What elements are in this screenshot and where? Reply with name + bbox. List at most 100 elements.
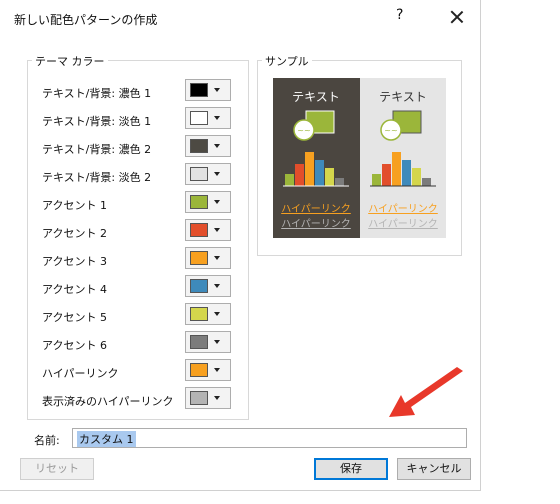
color-swatch [190,307,208,321]
dropdown-arrow-icon [214,396,220,400]
color-swatch [190,223,208,237]
color-picker-button[interactable] [185,303,231,325]
dropdown-arrow-icon [214,228,220,232]
sample-bar [382,164,391,186]
sample-light-chart [372,152,431,186]
dropdown-arrow-icon [214,312,220,316]
dialog-title: 新しい配色パターンの作成 [14,13,158,27]
sample-light-svg: テキスト ~~ ハイパーリンク ハイパーリンク [368,90,438,230]
color-swatch [190,391,208,405]
theme-color-row: アクセント 4 [42,275,242,303]
color-swatch [190,195,208,209]
color-picker-button[interactable] [185,163,231,185]
dropdown-arrow-icon [214,340,220,344]
name-label: 名前: [34,434,60,447]
red-arrow-annotation [389,367,463,417]
theme-color-row: アクセント 3 [42,247,242,275]
sample-bar [305,152,314,186]
theme-color-row: テキスト/背景: 濃色 2 [42,135,242,163]
theme-color-label: 表示済みのハイパーリンク [42,395,174,408]
sample-light-circle-squiggle: ~~ [384,126,397,135]
color-swatch [190,83,208,97]
color-swatch [190,139,208,153]
dropdown-arrow-icon [214,200,220,204]
help-button[interactable]: ? [396,7,403,23]
color-picker-button[interactable] [185,387,231,409]
name-input[interactable]: カスタム 1 [72,428,467,448]
sample-bar [285,174,294,186]
theme-color-label: テキスト/背景: 濃色 1 [42,87,152,100]
theme-color-row: テキスト/背景: 淡色 2 [42,163,242,191]
sample-light-text: テキスト [379,90,427,104]
theme-color-label: テキスト/背景: 濃色 2 [42,143,152,156]
color-picker-button[interactable] [185,191,231,213]
theme-color-row: ハイパーリンク [42,359,242,387]
color-picker-button[interactable] [185,135,231,157]
color-picker-button[interactable] [185,359,231,381]
theme-color-row: 表示済みのハイパーリンク [42,387,242,415]
theme-color-label: アクセント 1 [42,199,107,212]
theme-color-row: テキスト/背景: 濃色 1 [42,79,242,107]
sample-dark-svg: テキスト ~~ ハイパーリンク ハイパーリンク [281,90,351,230]
sample-bar [295,164,304,186]
sample-bar [335,178,344,186]
theme-color-row: アクセント 2 [42,219,242,247]
sample-bar [372,174,381,186]
theme-color-row: アクセント 5 [42,303,242,331]
dropdown-arrow-icon [214,144,220,148]
close-icon[interactable] [446,7,468,29]
theme-color-label: アクセント 3 [42,255,107,268]
theme-color-row: アクセント 6 [42,331,242,359]
title-bar: 新しい配色パターンの作成 ? [0,0,480,36]
sample-bar [315,160,324,186]
sample-bar [402,160,411,186]
color-picker-button[interactable] [185,275,231,297]
color-swatch [190,167,208,181]
theme-color-label: アクセント 6 [42,339,107,352]
color-picker-button[interactable] [185,331,231,353]
color-swatch [190,279,208,293]
sample-dark-text: テキスト [292,90,340,104]
theme-colors-legend: テーマ カラー [32,53,108,69]
color-swatch [190,335,208,349]
save-button[interactable]: 保存 [314,458,388,480]
dropdown-arrow-icon [214,284,220,288]
sample-dark-hyperlink: ハイパーリンク [281,203,351,215]
red-arrow-shape [389,367,463,417]
theme-color-row: テキスト/背景: 淡色 1 [42,107,242,135]
color-picker-button[interactable] [185,247,231,269]
theme-color-row: アクセント 1 [42,191,242,219]
sample-dark-visited-hyperlink: ハイパーリンク [281,218,351,230]
sample-light-visited-hyperlink: ハイパーリンク [368,218,438,230]
dropdown-arrow-icon [214,88,220,92]
theme-color-label: アクセント 2 [42,227,107,240]
sample-legend: サンプル [262,53,312,69]
color-swatch [190,111,208,125]
theme-color-label: テキスト/背景: 淡色 2 [42,171,152,184]
sample-light-panel: テキスト ~~ ハイパーリンク ハイパーリンク [360,78,446,238]
dropdown-arrow-icon [214,116,220,120]
dropdown-arrow-icon [214,368,220,372]
sample-dark-chart [285,152,344,186]
color-picker-button[interactable] [185,219,231,241]
sample-dark-panel: テキスト ~~ ハイパーリンク ハイパーリンク [273,78,360,238]
theme-color-label: ハイパーリンク [42,367,119,380]
sample-dark-circle-squiggle: ~~ [297,126,310,135]
sample-bar [412,168,421,186]
theme-color-label: テキスト/背景: 淡色 1 [42,115,152,128]
reset-button[interactable]: リセット [20,458,94,480]
color-picker-button[interactable] [185,107,231,129]
color-swatch [190,363,208,377]
sample-light-hyperlink: ハイパーリンク [368,203,438,215]
sample-bar [422,178,431,186]
theme-color-label: アクセント 5 [42,311,107,324]
dropdown-arrow-icon [214,172,220,176]
color-swatch [190,251,208,265]
name-input-value: カスタム 1 [77,431,136,447]
dropdown-arrow-icon [214,256,220,260]
sample-bar [392,152,401,186]
sample-bar [325,168,334,186]
color-picker-button[interactable] [185,79,231,101]
sample-preview: テキスト ~~ ハイパーリンク ハイパーリンク テキスト ~~ ハイパーリンク … [273,78,446,238]
cancel-button[interactable]: キャンセル [397,458,471,480]
